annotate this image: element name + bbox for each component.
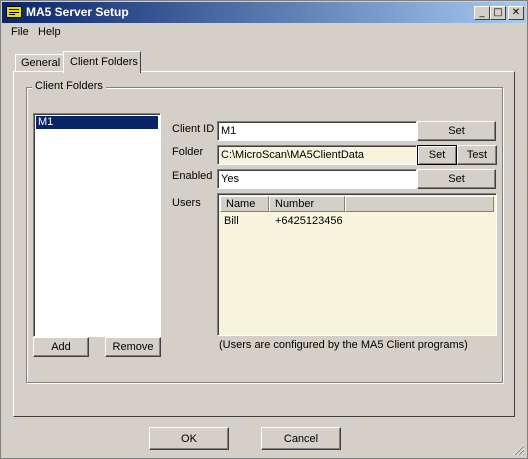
add-button[interactable]: Add	[33, 337, 89, 357]
close-icon: ✕	[511, 7, 521, 18]
title-bar[interactable]: MA5 Server Setup _ □ ✕	[2, 2, 526, 23]
enabled-set-button[interactable]: Set	[417, 169, 496, 189]
folder-label: Folder	[172, 146, 204, 158]
ok-button[interactable]: OK	[149, 427, 229, 450]
remove-button[interactable]: Remove	[105, 337, 161, 357]
tab-client-folders-label: Client Folders	[70, 56, 138, 68]
minimize-button[interactable]: _	[474, 6, 490, 20]
window-title: MA5 Server Setup	[26, 5, 129, 19]
client-id-set-button[interactable]: Set	[417, 121, 496, 141]
folder-set-button[interactable]: Set	[417, 145, 457, 165]
maximize-icon: □	[493, 7, 503, 18]
column-header-name[interactable]: Name	[220, 196, 269, 212]
users-table[interactable]: Name Number Bill +6425123456	[217, 193, 497, 336]
users-note: (Users are configured by the MA5 Client …	[219, 339, 468, 351]
group-title: Client Folders	[32, 80, 106, 92]
resize-grip-icon[interactable]	[513, 444, 525, 456]
enabled-label: Enabled	[172, 170, 213, 182]
client-folder-list[interactable]: M1	[33, 113, 161, 337]
client-id-field[interactable]	[217, 121, 417, 141]
client-id-label: Client ID	[172, 123, 215, 135]
minimize-icon: _	[479, 7, 485, 18]
main-window: MA5 Server Setup _ □ ✕ File Help General…	[0, 0, 528, 459]
users-label: Users	[172, 197, 201, 209]
maximize-button[interactable]: □	[490, 6, 506, 20]
enabled-field[interactable]	[217, 169, 417, 189]
user-number-cell[interactable]: +6425123456	[275, 215, 343, 227]
menu-bar: File Help	[2, 24, 526, 42]
column-header-filler	[345, 196, 494, 212]
user-name-cell[interactable]: Bill	[224, 215, 239, 227]
cancel-button[interactable]: Cancel	[261, 427, 341, 450]
folder-test-button[interactable]: Test	[457, 145, 497, 165]
menu-file[interactable]: File	[11, 26, 29, 38]
app-icon	[6, 6, 22, 18]
column-header-number[interactable]: Number	[269, 196, 345, 212]
tab-general-label: General	[21, 57, 61, 69]
menu-help[interactable]: Help	[38, 26, 61, 38]
tab-client-folders[interactable]: Client Folders	[63, 51, 141, 73]
list-item[interactable]: M1	[36, 116, 158, 129]
tab-general[interactable]: General	[15, 54, 64, 71]
folder-field[interactable]	[217, 145, 417, 165]
close-button[interactable]: ✕	[508, 6, 524, 20]
